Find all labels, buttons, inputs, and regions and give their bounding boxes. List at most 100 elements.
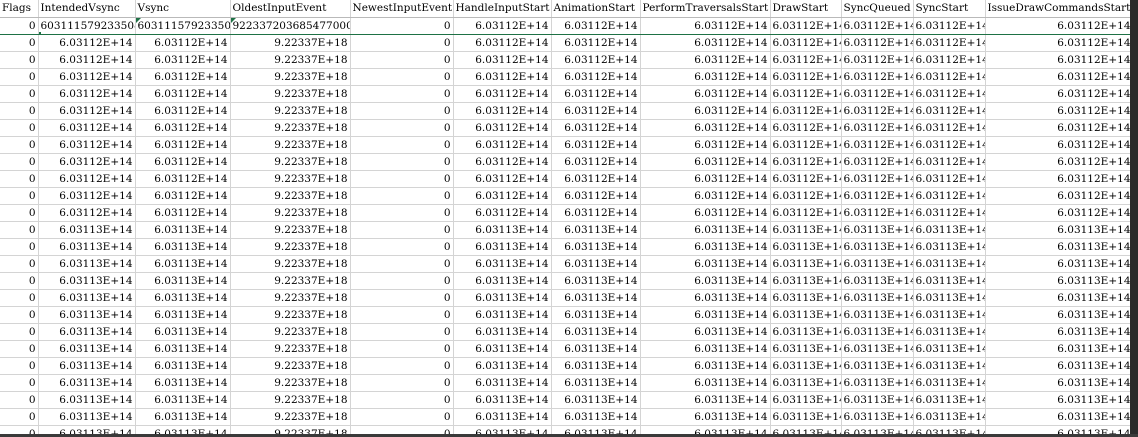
- table-cell[interactable]: 6.03113E+14: [640, 289, 771, 307]
- table-cell[interactable]: 0: [0, 391, 39, 409]
- table-cell[interactable]: 9.22337E+18: [230, 68, 351, 86]
- header-cell-syncstart[interactable]: SyncStart: [913, 0, 986, 18]
- table-cell[interactable]: 9.22337E+18: [230, 51, 351, 69]
- table-cell[interactable]: 0: [0, 187, 39, 205]
- table-cell[interactable]: 6.03113E+14: [841, 289, 914, 307]
- table-cell[interactable]: 6.03112E+14: [453, 119, 552, 137]
- table-cell[interactable]: 6.03113E+14: [453, 255, 552, 273]
- table-cell[interactable]: 6.03113E+14: [135, 357, 231, 375]
- table-cell[interactable]: 6.03112E+14: [841, 136, 914, 154]
- table-cell[interactable]: 6.03112E+14: [841, 119, 914, 137]
- table-cell[interactable]: 6.03113E+14: [913, 391, 986, 409]
- table-cell[interactable]: 6.03112E+14: [38, 85, 136, 103]
- table-cell[interactable]: 6.03113E+14: [551, 238, 641, 256]
- table-cell[interactable]: 6.03113E+14: [551, 340, 641, 358]
- table-cell[interactable]: 0: [0, 136, 39, 154]
- table-cell[interactable]: 6.03113E+14: [913, 221, 986, 239]
- table-cell[interactable]: 6.03113E+14: [770, 289, 842, 307]
- table-cell[interactable]: 6.03112E+14: [770, 102, 842, 120]
- table-cell[interactable]: 0: [0, 374, 39, 392]
- table-cell[interactable]: 6.03113E+14: [913, 357, 986, 375]
- table-cell[interactable]: 6.03113E+14: [38, 289, 136, 307]
- table-cell[interactable]: 6.03112E+14: [985, 17, 1134, 35]
- table-cell[interactable]: 6.03112E+14: [135, 187, 231, 205]
- table-cell[interactable]: 6.03112E+14: [985, 170, 1134, 188]
- table-cell[interactable]: 6.03112E+14: [551, 119, 641, 137]
- table-cell[interactable]: 603111579233508: [38, 17, 136, 35]
- table-cell[interactable]: 6.03112E+14: [135, 153, 231, 171]
- table-cell[interactable]: 6.03113E+14: [913, 323, 986, 341]
- table-cell[interactable]: 6.03112E+14: [38, 34, 136, 52]
- table-cell[interactable]: 6.03112E+14: [985, 68, 1134, 86]
- table-cell[interactable]: 0: [0, 204, 39, 222]
- table-cell[interactable]: 0: [0, 323, 39, 341]
- table-cell[interactable]: 6.03112E+14: [770, 51, 842, 69]
- table-cell[interactable]: 6.03113E+14: [770, 272, 842, 290]
- table-cell[interactable]: 6.03113E+14: [135, 272, 231, 290]
- table-cell[interactable]: 6.03112E+14: [985, 153, 1134, 171]
- table-cell[interactable]: 6.03113E+14: [38, 374, 136, 392]
- table-cell[interactable]: 6.03112E+14: [38, 204, 136, 222]
- table-cell[interactable]: 6.03113E+14: [551, 289, 641, 307]
- table-cell[interactable]: 6.03112E+14: [551, 102, 641, 120]
- table-cell[interactable]: 603111579233508: [135, 17, 231, 35]
- table-cell[interactable]: 6.03112E+14: [841, 85, 914, 103]
- table-cell[interactable]: 0: [0, 153, 39, 171]
- table-cell[interactable]: 6.03112E+14: [38, 136, 136, 154]
- table-cell[interactable]: 6.03112E+14: [913, 119, 986, 137]
- table-cell[interactable]: 6.03113E+14: [551, 357, 641, 375]
- table-cell[interactable]: 6.03112E+14: [913, 68, 986, 86]
- table-cell[interactable]: 6.03113E+14: [38, 272, 136, 290]
- table-cell[interactable]: 6.03113E+14: [770, 221, 842, 239]
- table-cell[interactable]: 6.03113E+14: [135, 408, 231, 426]
- table-cell[interactable]: 6.03112E+14: [453, 51, 552, 69]
- table-cell[interactable]: 6.03113E+14: [453, 306, 552, 324]
- table-cell[interactable]: 9.22337E+18: [230, 170, 351, 188]
- table-cell[interactable]: 6.03113E+14: [551, 323, 641, 341]
- table-cell[interactable]: 6.03112E+14: [551, 204, 641, 222]
- table-cell[interactable]: 6.03113E+14: [770, 323, 842, 341]
- table-cell[interactable]: 6.03113E+14: [453, 391, 552, 409]
- table-cell[interactable]: 0: [350, 17, 454, 35]
- header-cell-animationstart[interactable]: AnimationStart: [551, 0, 641, 18]
- table-cell[interactable]: 6.03113E+14: [640, 323, 771, 341]
- table-cell[interactable]: 0: [350, 136, 454, 154]
- table-cell[interactable]: 0: [350, 204, 454, 222]
- table-cell[interactable]: 6.03112E+14: [841, 187, 914, 205]
- table-cell[interactable]: 6.03112E+14: [841, 170, 914, 188]
- table-cell[interactable]: 6.03113E+14: [841, 340, 914, 358]
- table-cell[interactable]: 6.03113E+14: [770, 340, 842, 358]
- table-cell[interactable]: 6.03113E+14: [841, 306, 914, 324]
- table-cell[interactable]: 6.03112E+14: [913, 85, 986, 103]
- table-cell[interactable]: 6.03112E+14: [38, 102, 136, 120]
- table-cell[interactable]: 6.03113E+14: [453, 238, 552, 256]
- table-cell[interactable]: 6.03112E+14: [640, 204, 771, 222]
- table-cell[interactable]: 6.03112E+14: [770, 85, 842, 103]
- table-cell[interactable]: 6.03112E+14: [913, 34, 986, 52]
- table-cell[interactable]: 6.03113E+14: [135, 374, 231, 392]
- table-cell[interactable]: 6.03113E+14: [770, 391, 842, 409]
- table-cell[interactable]: 0: [0, 221, 39, 239]
- table-cell[interactable]: 6.03113E+14: [135, 340, 231, 358]
- table-cell[interactable]: 0: [0, 85, 39, 103]
- table-cell[interactable]: 6.03113E+14: [913, 374, 986, 392]
- table-cell[interactable]: 6.03113E+14: [770, 238, 842, 256]
- table-cell[interactable]: 0: [0, 102, 39, 120]
- table-cell[interactable]: 6.03112E+14: [135, 34, 231, 52]
- table-cell[interactable]: 6.03113E+14: [770, 255, 842, 273]
- table-cell[interactable]: 0: [350, 357, 454, 375]
- table-cell[interactable]: 9.22337E+18: [230, 272, 351, 290]
- table-cell[interactable]: 6.03113E+14: [770, 357, 842, 375]
- table-cell[interactable]: 6.03112E+14: [135, 51, 231, 69]
- table-cell[interactable]: 6.03112E+14: [551, 136, 641, 154]
- header-cell-vsync[interactable]: Vsync: [135, 0, 231, 18]
- table-cell[interactable]: 9.22337E+18: [230, 374, 351, 392]
- table-cell[interactable]: 6.03112E+14: [135, 68, 231, 86]
- header-cell-issuedrawcommandsstart[interactable]: IssueDrawCommandsStart: [985, 0, 1134, 18]
- table-cell[interactable]: 6.03112E+14: [453, 136, 552, 154]
- table-cell[interactable]: 6.03113E+14: [453, 357, 552, 375]
- table-cell[interactable]: 6.03112E+14: [913, 187, 986, 205]
- table-cell[interactable]: 0: [0, 238, 39, 256]
- table-cell[interactable]: 6.03112E+14: [551, 34, 641, 52]
- table-cell[interactable]: 0: [0, 357, 39, 375]
